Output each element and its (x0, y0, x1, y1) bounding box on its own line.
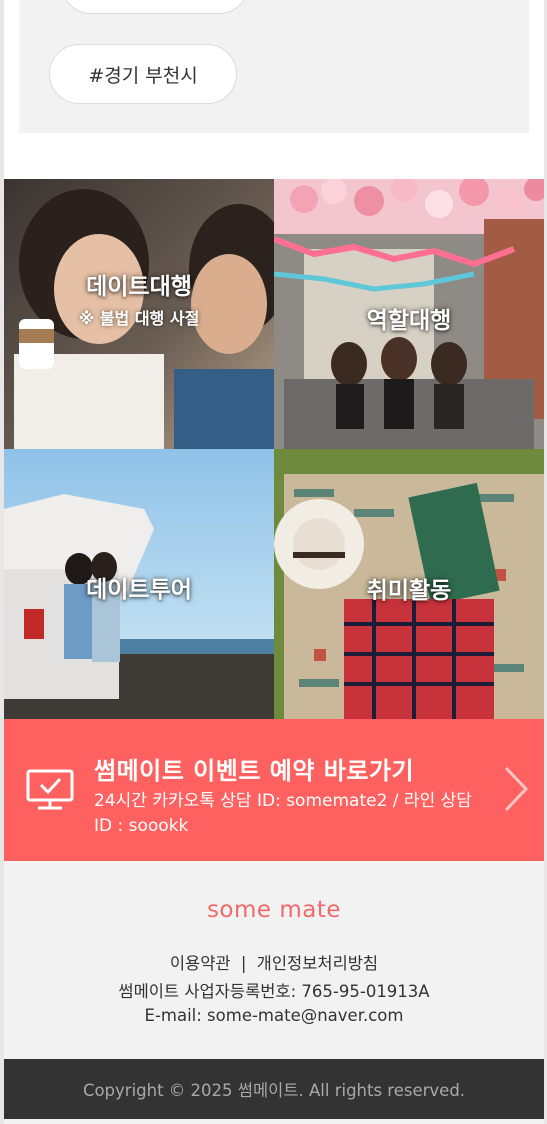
service-tile-role[interactable]: 역할대행 (274, 179, 544, 449)
service-grid: 데이트대행 ※ 불법 대행 사절 역할대행 데이트투어 취미활동 (4, 179, 544, 719)
service-tile-hobby[interactable]: 취미활동 (274, 449, 544, 719)
service-title: 취미활동 (366, 578, 452, 604)
chevron-right-icon (504, 766, 529, 812)
region-tag[interactable]: #경기 부천시 (49, 44, 237, 104)
banner-subtitle: 24시간 카카오톡 상담 ID: somemate2 / 라인 상담ID : s… (94, 791, 472, 836)
region-tag-box: #경기 부천시 (19, 0, 529, 133)
service-title: 데이트대행 (86, 274, 192, 300)
copyright: Copyright © 2025 썸메이트. All rights reserv… (4, 1059, 544, 1119)
banner-title: 썸메이트 이벤트 예약 바로가기 (94, 757, 415, 785)
page: #경기 부천시 데이트대행 ※ 불법 대행 사절 역할대행 데이트투어 취미활동… (4, 0, 544, 1124)
region-tag-partial[interactable] (61, 0, 249, 14)
service-tile-date[interactable]: 데이트대행 ※ 불법 대행 사절 (4, 179, 274, 449)
monitor-check-icon (26, 769, 74, 810)
footer-links: 이용약관 | 개인정보처리방침 (4, 950, 544, 974)
footer-logo: some mate (206, 897, 342, 923)
privacy-link[interactable]: 개인정보처리방침 (257, 954, 378, 973)
event-booking-banner[interactable]: 썸메이트 이벤트 예약 바로가기 24시간 카카오톡 상담 ID: somema… (4, 719, 544, 861)
service-title: 데이트투어 (86, 577, 192, 603)
bottom-strip (4, 1119, 544, 1124)
service-title: 역할대행 (366, 308, 452, 334)
link-separator: | (240, 954, 247, 973)
contact-email: E-mail: some-mate@naver.com (144, 1006, 404, 1025)
service-note: ※ 불법 대행 사절 (78, 309, 200, 328)
site-footer: some mate 이용약관 | 개인정보처리방침 썸메이트 사업자등록번호: … (4, 861, 544, 1059)
terms-link[interactable]: 이용약관 (170, 954, 231, 973)
business-number: 썸메이트 사업자등록번호: 765-95-01913A (118, 982, 430, 1001)
service-tile-tour[interactable]: 데이트투어 (4, 449, 274, 719)
